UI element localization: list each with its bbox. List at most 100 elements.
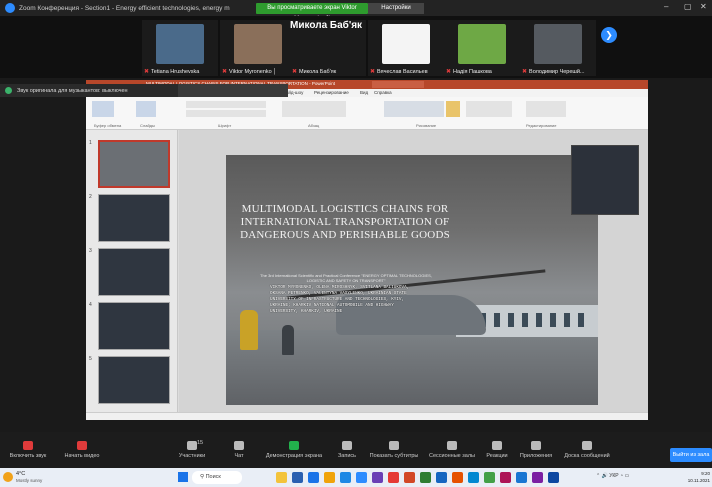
participant-name: Надія Пашкова <box>453 69 492 75</box>
start-menu-icon[interactable] <box>178 472 188 482</box>
file-explorer-icon[interactable] <box>276 472 287 483</box>
powerpoint-taskbar-icon[interactable] <box>404 472 415 483</box>
ribbon-tab[interactable]: Справка <box>374 90 392 95</box>
whiteboard-button[interactable]: Доска сообщений <box>560 432 614 459</box>
captions-icon <box>389 441 399 450</box>
app-icon[interactable] <box>468 472 479 483</box>
new-slide-icon[interactable] <box>136 101 156 117</box>
paragraph-tools[interactable] <box>282 101 346 117</box>
leave-room-button[interactable]: Выйти из зала <box>670 448 712 462</box>
store-icon[interactable] <box>324 472 335 483</box>
self-view-video[interactable] <box>571 145 639 215</box>
participant-video <box>382 24 430 64</box>
slide-thumbnails-pane: 1 2 3 4 5 <box>86 130 178 412</box>
windows-taskbar: 4°C Mostly sunny ⚲ Поиск ⌃ 🔊 УКР ◔ ▭ 9:2… <box>0 468 712 487</box>
muted-mic-icon: ✖ <box>144 69 150 75</box>
date: 10.11.2021 <box>687 478 710 483</box>
app-icon[interactable] <box>452 472 463 483</box>
share-screen-icon <box>289 441 299 450</box>
arrange-icon[interactable] <box>446 101 460 117</box>
apps-button[interactable]: Приложения <box>514 432 558 459</box>
share-screen-button[interactable]: Демонстрация экрана <box>262 432 326 459</box>
whiteboard-icon <box>582 441 592 450</box>
record-button[interactable]: Запись <box>334 432 360 459</box>
participant-video <box>156 24 204 64</box>
ribbon-group-label: Слайды <box>140 123 155 128</box>
chrome-icon[interactable] <box>484 472 495 483</box>
task-view-icon[interactable] <box>292 472 303 483</box>
unmute-button[interactable]: Включить звук <box>8 432 48 459</box>
app-icon[interactable] <box>516 472 527 483</box>
next-page-button[interactable]: ❯ <box>601 27 617 43</box>
participant-tile[interactable]: ✖ Tetiana Hrushevska <box>142 20 218 76</box>
app-icon[interactable] <box>532 472 543 483</box>
participant-tile[interactable]: ✖ Надія Пашкова <box>444 20 520 76</box>
slide-authors: VIKTOR MYRONENKO, OLENA MIROSHNYK, SVITL… <box>270 285 410 314</box>
clock[interactable]: 9:20 10.11.2021 <box>674 470 710 484</box>
breakout-rooms-button[interactable]: Сессионные залы <box>424 432 480 459</box>
close-icon[interactable]: ✕ <box>700 2 707 11</box>
meeting-toolbar: Включить звук Начать видео Участники Чат… <box>0 432 712 468</box>
muted-mic-icon: ✖ <box>370 69 376 75</box>
participants-button[interactable]: Участники <box>172 432 212 459</box>
shapes-gallery[interactable] <box>384 101 444 117</box>
minimize-icon[interactable]: – <box>664 2 668 11</box>
participant-name: Viktor Myronenko │ <box>229 69 277 75</box>
muted-mic-icon: ✖ <box>292 69 298 75</box>
participant-tile[interactable]: ✖ Вячеслав Васильев <box>368 20 444 76</box>
slide-thumbnail[interactable] <box>98 194 170 242</box>
maximize-icon[interactable]: ▢ <box>684 2 692 11</box>
muted-mic-icon: ✖ <box>522 69 528 75</box>
ribbon-tab[interactable]: Рецензирование <box>314 90 349 95</box>
slide-thumbnail[interactable] <box>98 302 170 350</box>
powerpoint-search[interactable] <box>372 81 424 88</box>
font-format-row[interactable] <box>186 110 266 117</box>
slide-thumbnail[interactable] <box>98 356 170 404</box>
slide-thumbnail[interactable] <box>98 248 170 296</box>
participant-tile[interactable]: ✖ Володимир Черешй... <box>520 20 596 76</box>
speaker-name: Микола Баб'як <box>290 20 363 31</box>
chat-icon <box>234 441 244 450</box>
ribbon-tab[interactable]: Вид <box>360 90 368 95</box>
notification-extension <box>178 84 288 97</box>
start-video-button[interactable]: Начать видео <box>62 432 102 459</box>
slide-thumbnail[interactable] <box>98 140 170 188</box>
slide-number: 4 <box>89 302 92 308</box>
participants-icon <box>187 441 197 450</box>
ribbon-group-label: Буфер обмена <box>94 123 122 128</box>
chat-button[interactable]: Чат <box>226 432 252 459</box>
mail-icon[interactable] <box>340 472 351 483</box>
participant-video <box>234 24 282 64</box>
ribbon-toolbar: Буфер обмена Слайды Шрифт Абзац Рисовани… <box>86 97 648 130</box>
weather-widget[interactable]: 4°C Mostly sunny <box>3 470 47 485</box>
participant-name: Вячеслав Васильев <box>377 69 428 75</box>
participant-tile[interactable]: ✖ Viktor Myronenko │ <box>220 20 296 76</box>
app-icon[interactable] <box>500 472 511 483</box>
captions-button[interactable]: Показать субтитры <box>366 432 422 459</box>
shape-style-tools[interactable] <box>466 101 512 117</box>
reactions-button[interactable]: Реакции <box>482 432 512 459</box>
editing-tools[interactable] <box>526 101 566 117</box>
paste-icon[interactable] <box>92 101 114 117</box>
teams-icon[interactable] <box>372 472 383 483</box>
app-icon[interactable] <box>548 472 559 483</box>
slide-photo-person <box>282 325 294 355</box>
powerpoint-status-bar <box>86 412 648 420</box>
opera-icon[interactable] <box>388 472 399 483</box>
edge-icon[interactable] <box>308 472 319 483</box>
slide-number: 5 <box>89 356 92 362</box>
taskbar-search[interactable]: ⚲ Поиск <box>192 471 242 484</box>
current-slide[interactable]: MULTIMODAL LOGISTICS CHAINS FOR INTERNAT… <box>226 155 598 405</box>
view-options-button[interactable]: Настройки просмотра <box>368 3 424 22</box>
word-icon[interactable] <box>436 472 447 483</box>
ribbon-group-label: Абзац <box>308 123 320 128</box>
participants-count: 15 <box>197 440 204 446</box>
system-tray[interactable]: ⌃ 🔊 УКР ◔ ▭ <box>596 473 629 479</box>
font-selector[interactable] <box>186 101 266 108</box>
slide-photo-person <box>240 310 258 350</box>
excel-icon[interactable] <box>420 472 431 483</box>
participant-name: Микола Баб'як <box>299 69 337 75</box>
record-icon <box>342 441 352 450</box>
zoom-taskbar-icon[interactable] <box>356 472 367 483</box>
weather-sun-icon <box>3 472 13 482</box>
